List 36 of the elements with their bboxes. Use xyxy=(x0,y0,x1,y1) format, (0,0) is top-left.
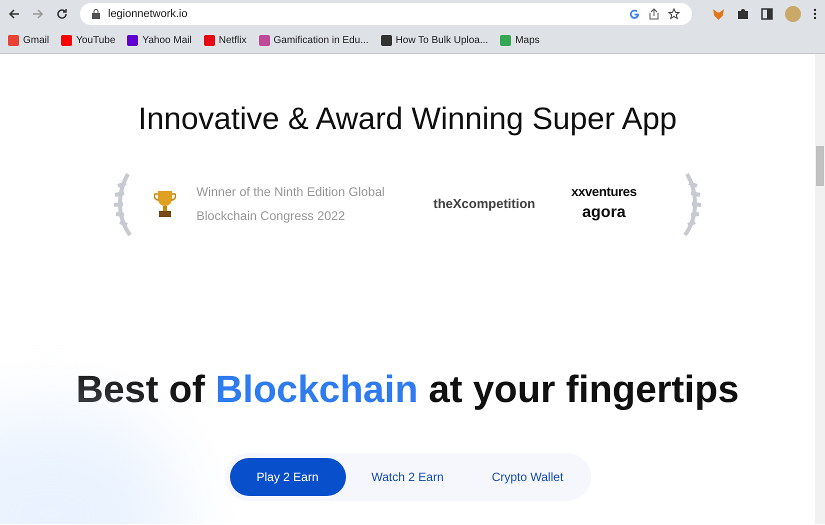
reload-icon[interactable] xyxy=(56,8,68,20)
bookmark[interactable]: Gmail xyxy=(8,33,50,48)
agora-logo: agora xyxy=(582,203,626,224)
scrollbar[interactable] xyxy=(815,54,825,524)
award-text: Winner of the Ninth Edition Global Blockchain Congress 2022 xyxy=(196,184,386,225)
star-icon[interactable] xyxy=(668,8,680,20)
bookmark[interactable]: Gamification in Edu... xyxy=(258,33,369,48)
google-icon[interactable] xyxy=(629,8,640,20)
bookmark[interactable]: Yahoo Mail xyxy=(127,33,192,48)
sidebar-icon[interactable] xyxy=(761,8,773,20)
scrollbar-thumb[interactable] xyxy=(816,146,824,186)
bookmark-icon xyxy=(204,35,215,46)
bookmark-icon xyxy=(500,35,512,46)
bookmark-icon xyxy=(380,35,392,46)
lock-icon xyxy=(92,9,100,19)
share-icon[interactable] xyxy=(648,8,660,20)
bookmark-icon xyxy=(127,35,138,46)
address-bar[interactable]: legionnetwork.io xyxy=(80,3,692,25)
section-title: Innovative & Award Winning Super App xyxy=(138,100,677,138)
tab[interactable]: Crypto Wallet xyxy=(470,458,586,496)
bookmark[interactable]: How To Bulk Uploa... xyxy=(380,33,488,48)
back-icon[interactable] xyxy=(8,8,20,20)
bookmark-icon xyxy=(8,35,19,46)
menu-icon[interactable] xyxy=(813,8,817,20)
bookmark[interactable]: Maps xyxy=(500,33,540,48)
tab[interactable]: Watch 2 Earn xyxy=(350,458,466,496)
competition-logo: theXcompetition xyxy=(433,194,536,213)
bookmark[interactable]: YouTube xyxy=(61,33,116,48)
section-heading: Best of Blockchain at your fingertips xyxy=(76,368,739,412)
url-text: legionnetwork.io xyxy=(108,6,188,22)
ventures-logo: xxventures xyxy=(571,182,637,201)
bookmark-icon xyxy=(61,35,72,46)
tab[interactable]: Play 2 Earn xyxy=(230,458,346,496)
trophy-icon xyxy=(154,188,176,218)
bookmark-icon xyxy=(258,35,270,46)
bookmark[interactable]: Netflix xyxy=(204,33,247,48)
